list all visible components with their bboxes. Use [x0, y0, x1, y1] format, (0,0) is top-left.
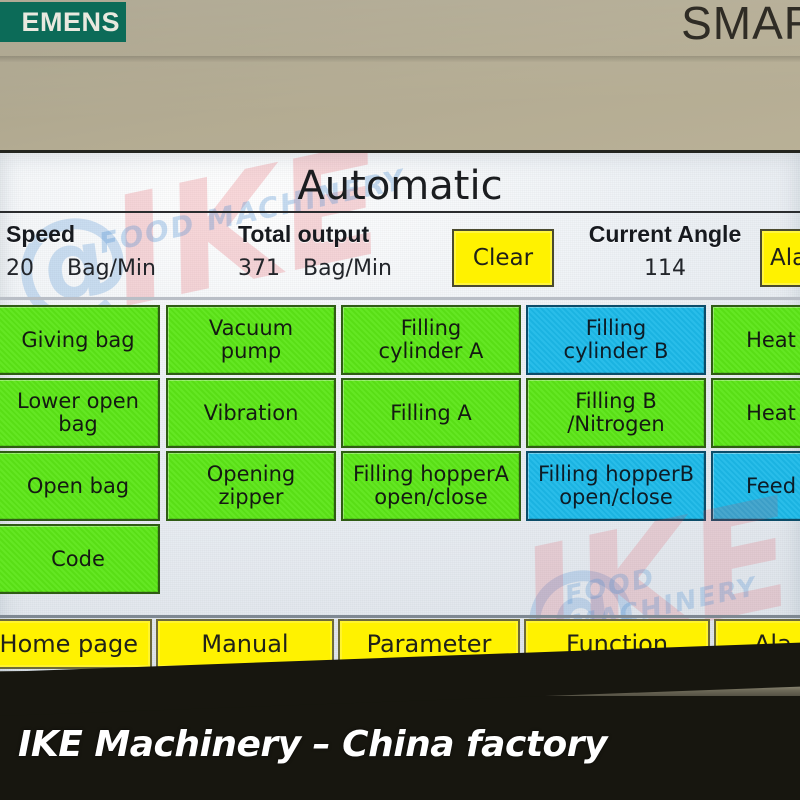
grid-button-label: Filling cylinder A [378, 316, 484, 363]
button-grid: Giving bag Vacuum pump Filling cylinder A Fil… [0, 153, 800, 677]
grid-button[interactable]: Vacuum pump [166, 305, 336, 375]
grid-button-label: Heat [746, 327, 796, 352]
grid-button[interactable]: Filling hopperA open/close [341, 451, 521, 521]
nav-button-home-page[interactable]: Home page [0, 619, 152, 669]
grid-button[interactable]: Filling hopperB open/close [526, 451, 706, 521]
grid-button-label: Code [51, 546, 105, 571]
grid-button[interactable]: Filling B/Nitrogen [526, 378, 706, 448]
grid-button[interactable]: Feed [711, 451, 800, 521]
grid-button-label: Filling cylinder B [563, 316, 669, 363]
grid-button[interactable]: Filling A [341, 378, 521, 448]
grid-button-label: Heat [746, 400, 796, 425]
grid-button[interactable]: Heat [711, 305, 800, 375]
grid-button[interactable]: Code [0, 524, 160, 594]
grid-button-label: Vacuum pump [208, 316, 294, 363]
hmi-screen: @ IKE FOOD MACHINERY Automatic Speed 20 … [0, 150, 800, 677]
grid-button[interactable]: Filling cylinder A [341, 305, 521, 375]
grid-button[interactable]: Opening zipper [166, 451, 336, 521]
grid-button[interactable]: Open bag [0, 451, 160, 521]
screenshot-root: EMENS SMAR @ IKE FOOD MACHINERY Automati… [0, 0, 800, 800]
grid-button-label: Filling hopperB open/close [538, 462, 694, 509]
nav-button-label: Home page [0, 630, 138, 658]
grid-button-label: Filling B/Nitrogen [567, 389, 665, 436]
grid-button[interactable]: Filling cylinder B [526, 305, 706, 375]
nav-divider [0, 615, 800, 618]
image-caption: IKE Machinery – China factory [18, 724, 607, 765]
grid-button-label: Giving bag [21, 327, 135, 352]
product-line-label: SMAR [681, 0, 800, 49]
grid-button[interactable]: Vibration [166, 378, 336, 448]
grid-button-label: Filling hopperA open/close [353, 462, 509, 509]
grid-button-label: Filling A [390, 400, 472, 425]
grid-button[interactable]: Lower open bag [0, 378, 160, 448]
grid-button[interactable]: Heat [711, 378, 800, 448]
siemens-logo: EMENS [0, 2, 126, 42]
bezel-shadow-line [0, 56, 800, 62]
nav-button-label: Manual [201, 630, 289, 658]
grid-button-label: Open bag [26, 473, 130, 498]
grid-button-label: Vibration [203, 400, 299, 425]
grid-button-label: Lower open bag [17, 389, 139, 436]
grid-button-label: Feed [745, 473, 797, 498]
grid-button-label: Opening zipper [206, 462, 296, 509]
grid-button[interactable]: Giving bag [0, 305, 160, 375]
